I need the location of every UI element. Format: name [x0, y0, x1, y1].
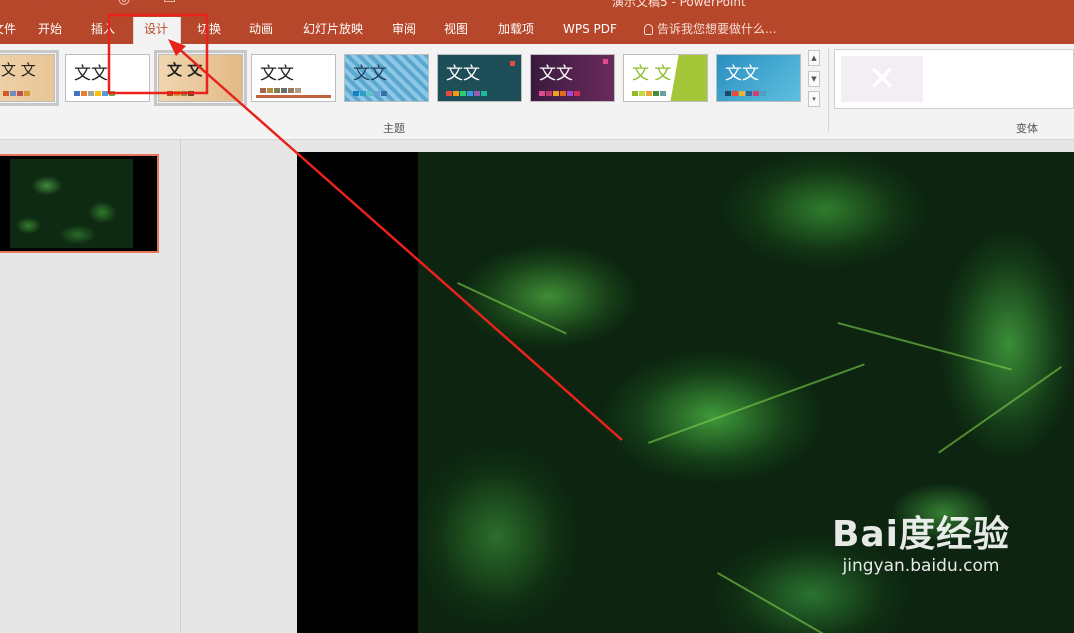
tell-me-text: 告诉我您想要做什么...: [657, 22, 777, 36]
ribbon: 文 文 文文 文 文 文文 文文 文文 文文 文 文 文文 ▲ ▼ ▾ 主题 ✕…: [0, 44, 1074, 140]
theme-thumbnail[interactable]: 文 文: [154, 50, 247, 106]
theme-thumbnail[interactable]: 文文: [530, 54, 615, 102]
group-separator: [828, 48, 829, 132]
theme-sample-text: 文 文: [632, 64, 672, 84]
tell-me-box[interactable]: 告诉我您想要做什么...: [644, 17, 776, 41]
variants-group-label: 变体: [1016, 122, 1038, 135]
redo-icon[interactable]: ↷: [72, 0, 84, 7]
theme-sample-text: 文 文: [1, 61, 36, 79]
theme-swatches: [3, 91, 31, 96]
theme-thumbnail[interactable]: 文文: [437, 54, 522, 102]
tab-design[interactable]: 设计: [133, 17, 181, 44]
slide-thumbnail[interactable]: [0, 154, 159, 253]
tab-label: 插入: [91, 22, 116, 36]
tab-label: 幻灯片放映: [303, 22, 364, 36]
theme-swatches: [632, 91, 667, 96]
theme-thumbnail[interactable]: 文文: [344, 54, 429, 102]
theme-sample-text: 文文: [725, 64, 759, 84]
watermark-logo: Bai度经验: [831, 514, 1011, 555]
tab-label: WPS PDF: [563, 22, 617, 36]
tab-view[interactable]: 视图: [440, 17, 472, 44]
slide-thumbnail-pane: [0, 140, 181, 633]
gallery-more-arrow: ▾: [812, 95, 816, 103]
tab-label: 开始: [38, 22, 63, 36]
theme-swatches: [167, 91, 195, 96]
theme-sample-text: 文 文: [167, 61, 203, 79]
new-slide-icon[interactable]: ▭: [163, 0, 176, 7]
tab-insert[interactable]: 插入: [87, 17, 119, 44]
gallery-scroll-down[interactable]: ▼: [808, 71, 820, 87]
themes-group-label: 主题: [383, 122, 405, 135]
theme-swatches: [725, 91, 767, 96]
theme-accent-mark: [603, 59, 608, 64]
tab-file[interactable]: 文件: [0, 17, 20, 44]
theme-sample-text: 文文: [260, 64, 294, 84]
tab-label: 加载项: [498, 22, 535, 36]
watermark-url: jingyan.baidu.com: [842, 556, 1000, 576]
tab-label: 动画: [249, 22, 274, 36]
theme-thumbnail[interactable]: 文 文: [0, 50, 59, 106]
theme-swatches: [353, 91, 388, 96]
theme-thumbnail[interactable]: 文文: [716, 54, 801, 102]
title-bar: ↶ ↷ ◎ ▭ 演示文稿5 - PowerPoint 文件 开始 插入 设计 切…: [0, 0, 1074, 44]
undo-icon[interactable]: ↶: [30, 0, 42, 7]
tab-label: 审阅: [392, 22, 417, 36]
theme-swatches: [260, 88, 302, 93]
tab-transitions[interactable]: 切换: [193, 17, 225, 44]
theme-swatches: [539, 91, 581, 96]
theme-thumbnail[interactable]: 文文: [251, 54, 336, 102]
window-title: 演示文稿5 - PowerPoint: [612, 0, 746, 9]
theme-thumbnail[interactable]: 文 文: [623, 54, 708, 102]
gallery-scroll-up[interactable]: ▲: [808, 50, 820, 66]
variant-thumbnail[interactable]: ✕: [841, 56, 923, 102]
theme-thumbnail[interactable]: 文文: [65, 54, 150, 102]
tab-review[interactable]: 审阅: [388, 17, 420, 44]
leaf-rib: [717, 572, 857, 633]
gallery-down-arrow: ▼: [811, 75, 817, 83]
theme-swatches: [446, 91, 488, 96]
tab-label: 视图: [444, 22, 469, 36]
leaf-rib: [648, 363, 865, 444]
theme-sample-text: 文文: [539, 64, 573, 84]
theme-sample-text: 文文: [446, 64, 480, 84]
gallery-up-arrow: ▲: [811, 54, 817, 62]
tab-animations[interactable]: 动画: [245, 17, 277, 44]
baidu-watermark: Bai度经验 jingyan.baidu.com: [826, 515, 1016, 577]
theme-swatches: [74, 91, 116, 96]
variant-cross-icon: ✕: [867, 59, 897, 99]
leaf-rib: [938, 365, 1063, 454]
tab-addins[interactable]: 加载项: [494, 17, 538, 44]
theme-accent-mark: [510, 61, 515, 66]
tab-label: 切换: [197, 22, 222, 36]
lightbulb-icon: [644, 24, 653, 35]
theme-underline: [256, 95, 331, 98]
tab-label: 文件: [0, 22, 17, 36]
slide-thumbnail-image: [10, 159, 133, 248]
tab-slideshow[interactable]: 幻灯片放映: [299, 17, 367, 44]
tab-wps-pdf[interactable]: WPS PDF: [559, 17, 621, 44]
tab-home[interactable]: 开始: [34, 17, 66, 44]
theme-sample-text: 文文: [353, 64, 387, 84]
theme-sample-text: 文文: [74, 64, 108, 84]
present-icon[interactable]: ◎: [118, 0, 130, 7]
tab-label: 设计: [144, 22, 169, 36]
variants-gallery: ✕: [834, 49, 1074, 109]
leaf-rib: [457, 282, 567, 335]
gallery-more-button[interactable]: ▾: [808, 91, 820, 107]
